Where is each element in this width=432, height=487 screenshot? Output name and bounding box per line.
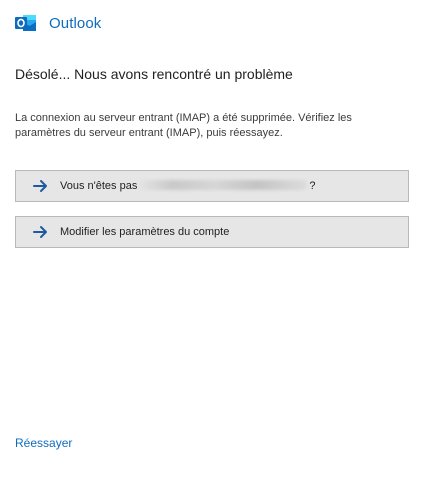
error-message: La connexion au serveur entrant (IMAP) a…	[15, 112, 352, 139]
not-you-label: Vous n'êtes pas?	[60, 180, 315, 192]
not-you-suffix: ?	[309, 180, 316, 192]
outlook-logo-icon	[15, 13, 36, 33]
change-account-settings-button[interactable]: Modifier les paramètres du compte	[15, 216, 409, 248]
arrow-right-icon	[33, 226, 47, 238]
change-account-settings-label: Modifier les paramètres du compte	[60, 226, 230, 238]
error-title: Désolé... Nous avons rencontré un problè…	[15, 66, 293, 82]
app-header: Outlook	[15, 13, 101, 33]
retry-link[interactable]: Réessayer	[15, 436, 72, 450]
arrow-right-icon	[33, 180, 47, 192]
not-you-button[interactable]: Vous n'êtes pas?	[15, 170, 409, 202]
error-page: Outlook Désolé... Nous avons rencontré u…	[0, 0, 432, 487]
not-you-prefix: Vous n'êtes pas	[60, 180, 138, 192]
app-name: Outlook	[49, 14, 102, 32]
redacted-email	[139, 180, 308, 190]
